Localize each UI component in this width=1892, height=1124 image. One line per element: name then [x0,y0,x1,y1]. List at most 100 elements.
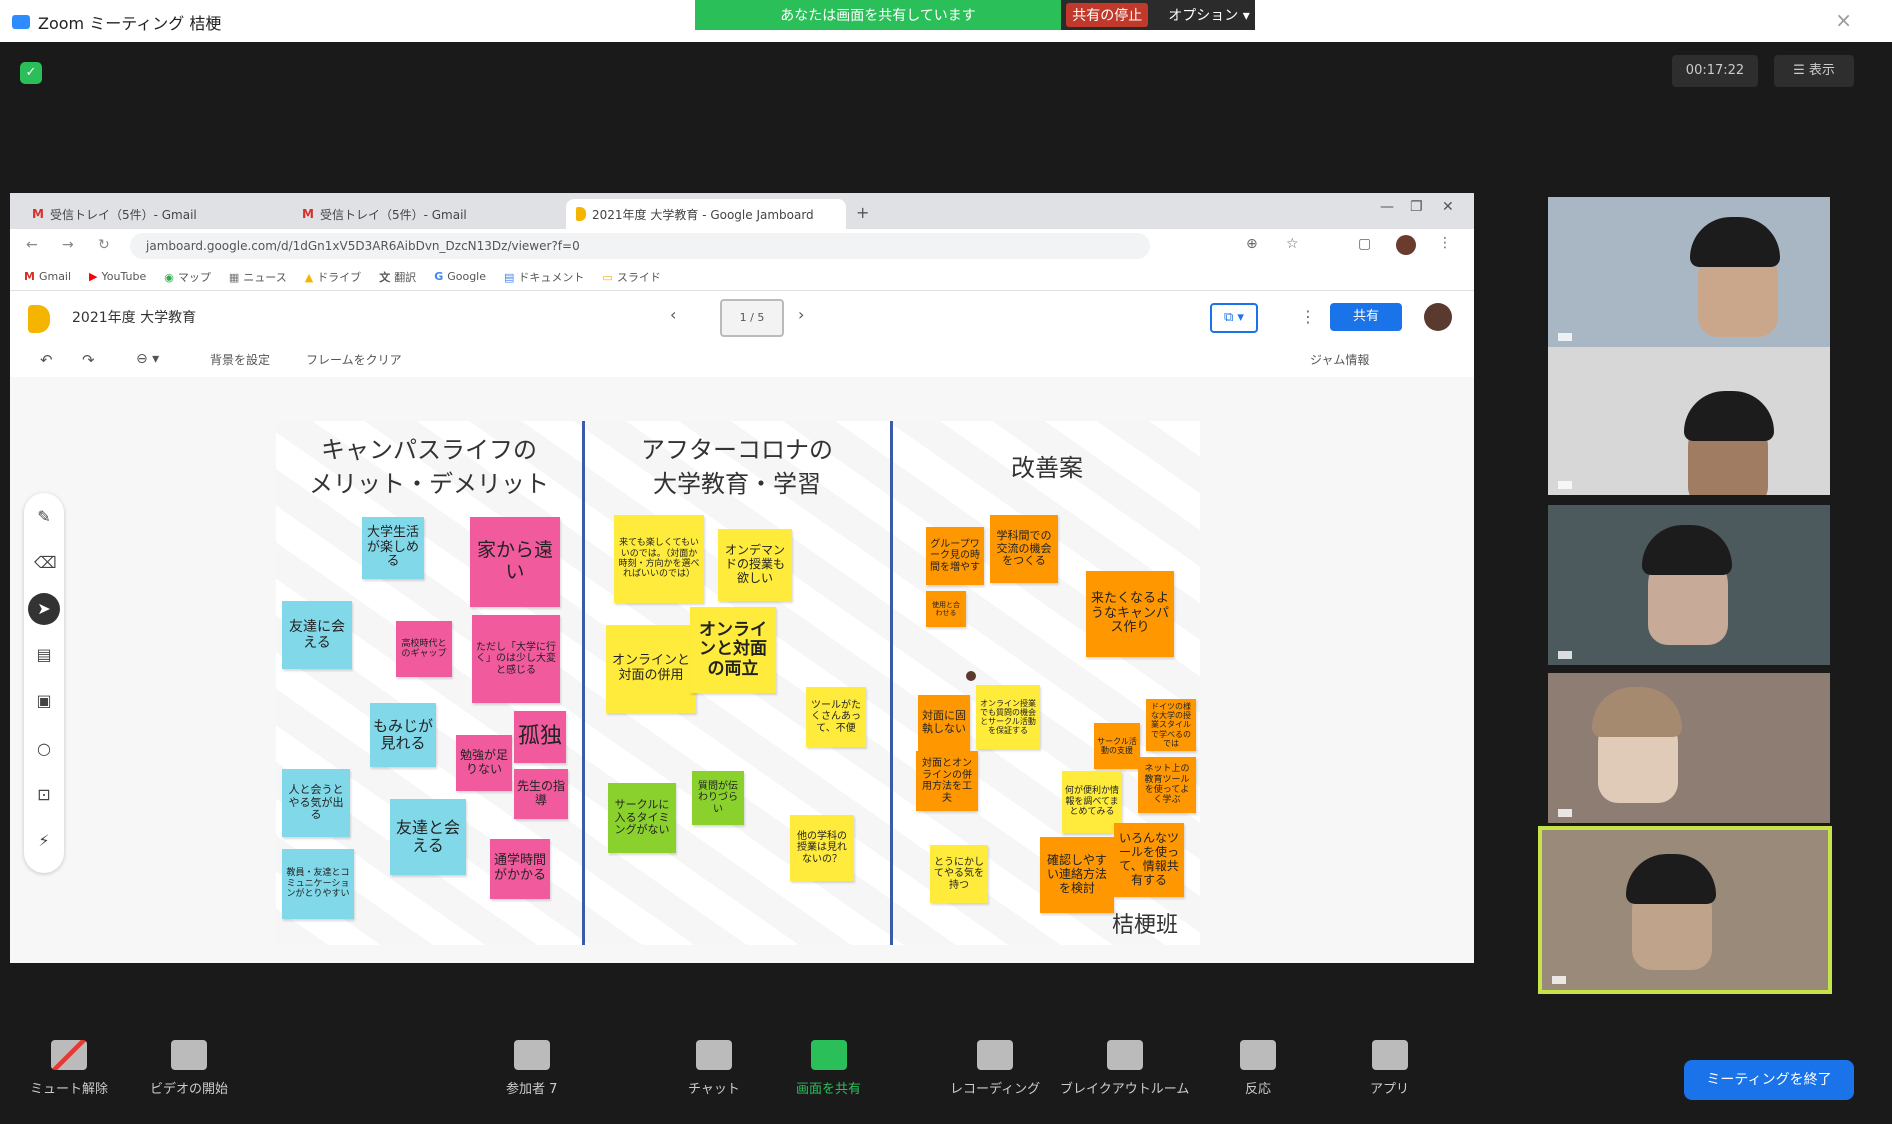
participants-button[interactable]: 参加者 7 [506,1040,557,1097]
sticky-note-tool-icon[interactable]: ▤ [34,645,54,665]
present-button[interactable]: ⧉ ▾ [1210,303,1258,333]
participant-video-active-speaker[interactable] [1538,826,1832,994]
close-window-icon[interactable]: ✕ [1442,199,1454,215]
reload-icon[interactable]: ↻ [98,237,110,253]
share-screen-button[interactable]: 画面を共有 [796,1040,861,1097]
maximize-icon[interactable]: ❐ [1410,199,1423,215]
bookmark-star-icon[interactable]: ☆ [1286,236,1299,252]
share-button[interactable]: 共有 [1330,303,1402,331]
sticky-note[interactable]: もみじが見れる [370,703,436,767]
back-icon[interactable]: ← [26,237,38,253]
pen-tool-icon[interactable]: ✎ [34,507,54,527]
bookmark-item[interactable]: ▭ スライド [602,269,660,285]
sticky-note[interactable]: 対面とオンラインの併用方法を工夫 [916,751,978,811]
participant-video[interactable] [1548,673,1830,823]
set-background-button[interactable]: 背景を設定 [210,351,270,368]
jam-title[interactable]: 2021年度 大学教育 [72,307,196,327]
record-button[interactable]: レコーディング [950,1040,1040,1097]
forward-icon[interactable]: → [62,237,74,253]
profile-avatar[interactable] [1396,235,1416,255]
account-avatar[interactable] [1424,303,1452,331]
sticky-note[interactable]: 来たくなるようなキャンパス作り [1086,571,1174,657]
redo-icon[interactable]: ↷ [82,351,95,369]
sticky-note[interactable]: 学科間での交流の機会をつくる [990,515,1058,583]
bookmark-item[interactable]: M Gmail [24,270,71,283]
sticky-note[interactable]: ネット上の教育ツールを使ってよく学ぶ [1138,757,1196,813]
sticky-note[interactable]: 先生の指導 [514,769,568,819]
sticky-note[interactable]: ただし「大学に行く」のは少し大変と感じる [472,615,560,703]
sticky-note[interactable]: サークル活動の支援 [1094,723,1140,769]
new-tab-icon[interactable]: + [856,203,869,222]
bookmark-item[interactable]: ▶ YouTube [89,270,146,283]
zoom-icon[interactable]: ⊖ ▾ [136,351,159,367]
sticky-note[interactable]: 通学時間がかかる [490,839,550,899]
apps-button[interactable]: アプリ [1370,1040,1409,1097]
reactions-button[interactable]: 反応 [1240,1040,1276,1097]
sticky-note[interactable]: 大学生活が楽しめる [362,517,424,579]
participant-video[interactable] [1548,347,1830,495]
minimize-icon[interactable]: — [1380,199,1394,215]
prev-frame-icon[interactable]: ‹ [670,305,676,324]
sticky-note[interactable]: 何が便利か情報を調べてまとめてみる [1062,771,1122,833]
sticky-note[interactable]: オンデマンドの授業も欲しい [718,529,792,601]
image-tool-icon[interactable]: ▣ [34,691,54,711]
security-shield-icon[interactable]: ✓ [20,62,42,84]
sticky-note[interactable]: ドイツの様な大学の授業スタイルで学べるのでは [1146,699,1196,751]
sticky-note[interactable]: 人と会うとやる気が出る [282,769,350,837]
participant-video[interactable] [1548,505,1830,665]
eraser-tool-icon[interactable]: ⌫ [34,553,57,573]
sticky-note[interactable]: 友達と会える [390,799,466,875]
install-icon[interactable]: ⊕ [1246,236,1258,252]
sticky-note[interactable]: 対面に固執しない [918,695,970,751]
next-frame-icon[interactable]: › [798,305,804,324]
sticky-note[interactable]: 勉強が足りない [456,735,512,791]
bookmark-item[interactable]: ▤ ドキュメント [504,269,584,285]
text-box-tool-icon[interactable]: ⊡ [34,785,54,805]
browser-tab[interactable]: M 受信トレイ（5件）- Gmail [22,199,288,229]
view-button[interactable]: ☰ 表示 [1774,55,1854,87]
bookmark-item[interactable]: ▲ ドライブ [305,269,361,285]
sticky-note[interactable]: オンライン授業でも質問の機会とサークル活動を保証する [976,685,1040,749]
sticky-note[interactable]: とうにかしてやる気を持つ [930,845,988,903]
clear-frame-button[interactable]: フレームをクリア [306,351,402,368]
participant-video[interactable] [1548,197,1830,347]
extensions-icon[interactable]: ▢ [1358,236,1371,252]
laser-tool-icon[interactable]: ⚡ [34,831,54,851]
sticky-note[interactable]: グループワーク見の時間を増やす [926,527,984,585]
bookmark-item[interactable]: G Google [434,270,486,283]
bookmark-item[interactable]: ▦ ニュース [229,269,287,285]
chat-button[interactable]: チャット [688,1040,740,1097]
undo-icon[interactable]: ↶ [40,351,53,369]
jam-info-button[interactable]: ジャム情報 [1310,351,1369,368]
stop-share-button[interactable]: 共有の停止 [1066,3,1149,27]
breakout-rooms-button[interactable]: ブレイクアウトルーム [1060,1040,1189,1097]
shape-tool-icon[interactable]: ○ [34,739,54,759]
url-field[interactable]: jamboard.google.com/d/1dGn1xV5D3AR6AibDv… [130,233,1150,259]
browser-tab-active[interactable]: 2021年度 大学教育 - Google Jamboard [566,199,846,229]
sticky-note[interactable]: 孤独 [514,711,566,763]
menu-kebab-icon[interactable]: ⋮ [1438,235,1452,251]
sticky-note[interactable]: サークルに入るタイミングがない [608,783,676,853]
frame-indicator[interactable]: 1 / 5 [720,299,784,337]
close-icon[interactable]: × [1835,8,1852,32]
share-options-button[interactable]: オプション ▾ [1168,5,1249,25]
sticky-note[interactable]: 来ても楽しくてもいいのでは。（対面か時刻・方向かを選べればいいのでは） [614,515,704,603]
bookmark-item[interactable]: 文翻訳 [379,269,416,285]
jam-frame[interactable]: キャンパスライフの メリット・デメリット アフターコロナの 大学教育・学習 改善… [276,421,1200,945]
browser-tab[interactable]: M 受信トレイ（5件）- Gmail [292,199,558,229]
sticky-note[interactable]: 確認しやすい連絡方法を検討 [1040,837,1114,913]
sticky-note[interactable]: 教員・友達とコミュニケーションがとりやすい [282,849,354,919]
sticky-note[interactable]: オンラインと対面の併用 [606,625,696,713]
end-meeting-button[interactable]: ミーティングを終了 [1684,1060,1854,1100]
sticky-note[interactable]: 使用と合わせる [926,591,966,627]
jamboard-logo[interactable] [28,305,50,333]
sticky-note[interactable]: 他の学科の授業は見れないの？ [790,815,854,881]
sticky-note[interactable]: ツールがたくさんあって、不便 [806,687,866,747]
sticky-note[interactable]: いろんなツールを使って、情報共有する [1114,823,1184,897]
sticky-note[interactable]: オンラインと対面の両立 [690,607,776,693]
select-tool-icon[interactable]: ➤ [28,593,60,625]
start-video-button[interactable]: ビデオの開始 [150,1040,228,1097]
more-options-icon[interactable]: ⋮ [1300,307,1316,326]
mute-button[interactable]: ミュート解除 [30,1040,108,1097]
sticky-note[interactable]: 高校時代とのギャップ [396,621,452,677]
